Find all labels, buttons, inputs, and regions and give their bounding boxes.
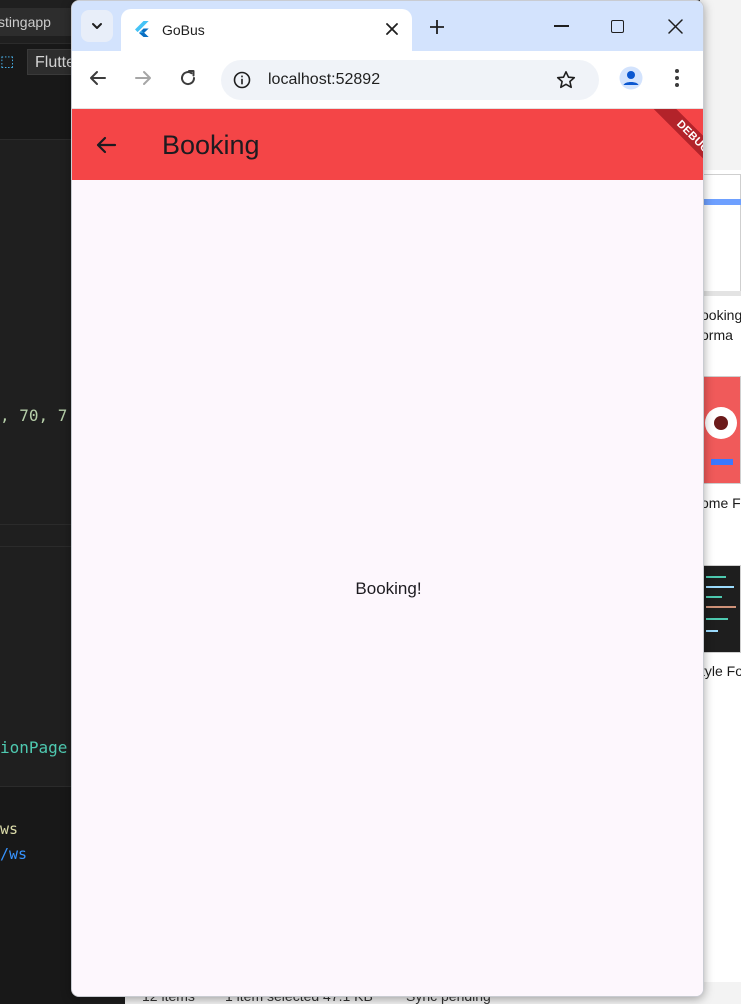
browser-back-button[interactable] — [82, 62, 114, 94]
tab-title: GoBus — [162, 22, 205, 38]
new-tab-button[interactable] — [423, 13, 451, 41]
editor-terminal-panel — [0, 786, 80, 1004]
code-editor-window: stingapp ⬚ Flutte , 70, 7 ionPage ws /ws — [0, 0, 80, 1004]
app-bar: Booking DEBUG — [72, 109, 703, 180]
bookmark-button[interactable] — [552, 66, 580, 94]
more-vert-icon — [675, 69, 679, 87]
arrow-right-icon — [135, 71, 151, 85]
arrow-left-icon — [90, 71, 106, 85]
close-icon — [386, 23, 398, 35]
file-thumbnail[interactable] — [702, 565, 741, 653]
editor-code-class: ionPage — [0, 738, 68, 757]
editor-code-line-numbers: , 70, 7 — [0, 406, 68, 425]
file-label[interactable]: ooking — [701, 305, 741, 325]
maximize-icon — [610, 19, 624, 33]
arrow-back-icon — [96, 136, 117, 154]
terminal-line: ws — [0, 820, 19, 838]
tab-search-button[interactable] — [81, 10, 113, 42]
editor-titlebar: stingapp — [0, 0, 80, 44]
close-icon — [667, 18, 683, 34]
file-thumbnail[interactable] — [702, 174, 741, 296]
chevron-down-icon — [92, 23, 102, 29]
tab-strip: GoBus — [72, 1, 703, 51]
editor-header-band — [0, 88, 80, 140]
info-icon — [233, 71, 251, 89]
page-title: Booking — [162, 130, 260, 160]
terminal-line: /ws — [0, 845, 28, 863]
browser-tab[interactable]: GoBus — [121, 9, 412, 51]
editor-project-selector[interactable]: stingapp — [0, 8, 76, 36]
site-info-button[interactable] — [228, 66, 256, 94]
profile-button[interactable] — [615, 62, 647, 94]
booking-message: Booking! — [355, 579, 422, 598]
explorer-header — [700, 0, 741, 170]
browser-menu-button[interactable] — [661, 62, 693, 94]
editor-project-name: stingapp — [0, 14, 51, 30]
browser-forward-button[interactable] — [127, 62, 159, 94]
minimize-button[interactable] — [538, 9, 584, 43]
minimize-icon — [553, 25, 569, 27]
file-label[interactable]: orma — [701, 325, 733, 345]
address-url: localhost:52892 — [268, 71, 381, 88]
editor-divider — [0, 546, 80, 547]
browser-window: GoBus localhost:52892 Booking DEBUG Book… — [71, 0, 704, 997]
tab-close-button[interactable] — [379, 16, 405, 42]
file-explorer-window: ooking orma ome F tyle Fo — [700, 0, 741, 1004]
file-label[interactable]: ome F — [701, 493, 741, 513]
file-label[interactable]: tyle Fo — [701, 661, 741, 681]
account-icon — [619, 66, 643, 90]
window-close-button[interactable] — [652, 9, 698, 43]
reload-icon — [181, 70, 196, 86]
maximize-button[interactable] — [594, 9, 640, 43]
app-body: Booking! — [72, 180, 703, 996]
plus-icon — [430, 20, 444, 34]
star-icon — [556, 71, 576, 89]
debug-banner: DEBUG — [648, 109, 703, 180]
address-bar[interactable]: localhost:52892 — [221, 60, 599, 100]
flutter-icon — [135, 21, 149, 37]
app-back-button[interactable] — [90, 129, 122, 161]
editor-divider — [0, 524, 80, 525]
browser-toolbar: localhost:52892 — [72, 51, 703, 109]
scan-icon[interactable]: ⬚ — [0, 52, 18, 72]
file-thumbnail[interactable] — [702, 376, 741, 484]
browser-reload-button[interactable] — [172, 62, 204, 94]
